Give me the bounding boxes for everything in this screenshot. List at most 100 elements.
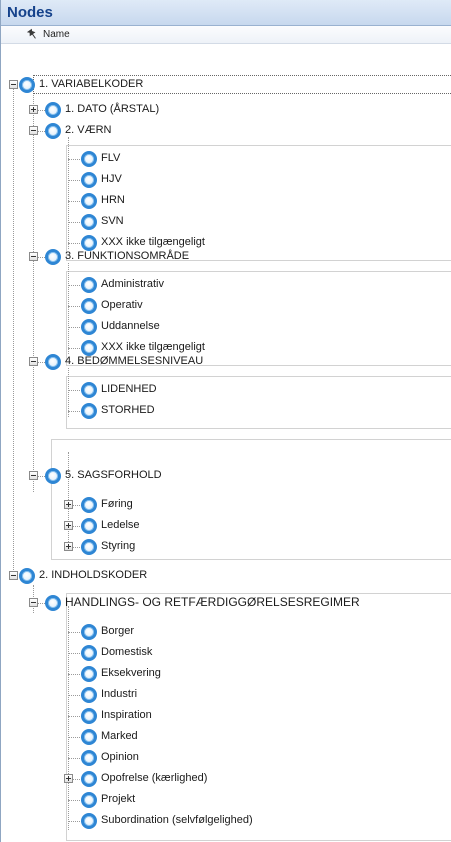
tree-connector — [68, 411, 82, 412]
node-circle-icon — [81, 214, 97, 230]
node-circle-icon — [19, 77, 35, 93]
tree-node-sagsforhold[interactable]: 5. SAGSFORHOLD — [1, 465, 421, 487]
column-header-name[interactable]: Name — [43, 29, 70, 40]
node-label: Subordination (selvfølgelighed) — [101, 814, 253, 826]
node-circle-icon — [81, 403, 97, 419]
node-label: 3. FUNKTIONSOMRÅDE — [65, 250, 190, 262]
tree-connector — [68, 348, 82, 349]
node-circle-icon — [81, 382, 97, 398]
tree-connector — [68, 716, 82, 717]
node-circle-icon — [81, 750, 97, 766]
node-label: 1. VARIABELKODER — [39, 78, 144, 90]
tree-leaf[interactable]: STORHED — [1, 400, 421, 422]
node-label: SVN — [101, 215, 124, 227]
node-label: Opofrelse (kærlighed) — [101, 772, 208, 784]
node-circle-icon — [81, 666, 97, 682]
tree-leaf[interactable]: Marked — [1, 726, 421, 748]
tree-leaf[interactable]: SVN — [1, 211, 421, 233]
tree-leaf[interactable]: Opinion — [1, 747, 421, 769]
tree-node-dato[interactable]: 1. DATO (ÅRSTAL) — [1, 99, 421, 121]
expand-toggle-icon[interactable] — [64, 521, 73, 530]
node-label: Administrativ — [101, 278, 164, 290]
node-circle-icon — [81, 298, 97, 314]
tree-leaf[interactable]: Subordination (selvfølgelighed) — [1, 810, 421, 832]
tree-node-funktionsomraade[interactable]: 3. FUNKTIONSOMRÅDE — [1, 246, 421, 268]
node-label: 2. VÆRN — [65, 124, 112, 136]
tree-connector — [68, 737, 82, 738]
tree-connector — [68, 390, 82, 391]
node-circle-icon — [81, 518, 97, 534]
pin-icon[interactable] — [27, 28, 39, 40]
tree-connector — [68, 306, 82, 307]
tree-leaf[interactable]: HJV — [1, 169, 421, 191]
tree-leaf[interactable]: Uddannelse — [1, 316, 421, 338]
node-label: Industri — [101, 688, 138, 700]
node-label: LIDENHED — [101, 383, 157, 395]
tree-connector — [68, 821, 82, 822]
node-circle-icon — [19, 568, 35, 584]
node-circle-icon — [81, 319, 97, 335]
collapse-toggle-icon[interactable] — [9, 80, 18, 89]
tree-node-foering[interactable]: Føring — [1, 494, 421, 516]
tree-connector — [68, 632, 82, 633]
node-circle-icon — [45, 468, 61, 484]
node-label: 5. SAGSFORHOLD — [65, 469, 162, 481]
tree-connector — [68, 285, 82, 286]
tree-node-opofrelse[interactable]: Opofrelse (kærlighed) — [1, 768, 421, 790]
node-circle-icon — [81, 645, 97, 661]
tree-node-vaern[interactable]: 2. VÆRN — [1, 120, 421, 142]
node-circle-icon — [45, 249, 61, 265]
collapse-toggle-icon[interactable] — [29, 598, 38, 607]
expand-toggle-icon[interactable] — [64, 542, 73, 551]
tree-connector — [68, 201, 82, 202]
tree-node-handlings[interactable]: HANDLINGS- OG RETFÆRDIGGØRELSESREGIMER — [1, 592, 421, 614]
nodes-panel: Nodes Name 1. VARIABELKODER 1. DATO (ÅRS… — [0, 0, 451, 842]
expand-toggle-icon[interactable] — [64, 774, 73, 783]
collapse-toggle-icon[interactable] — [29, 252, 38, 261]
collapse-toggle-icon[interactable] — [29, 471, 38, 480]
collapse-toggle-icon[interactable] — [9, 571, 18, 580]
tree-node-variabelkoder[interactable]: 1. VARIABELKODER — [1, 74, 421, 96]
tree-leaf[interactable]: HRN — [1, 190, 421, 212]
tree-leaf[interactable]: Industri — [1, 684, 421, 706]
expand-toggle-icon[interactable] — [64, 500, 73, 509]
tree-leaf[interactable]: LIDENHED — [1, 379, 421, 401]
tree-leaf[interactable]: FLV — [1, 148, 421, 170]
node-label: HRN — [101, 194, 125, 206]
node-circle-icon — [45, 595, 61, 611]
node-label: Borger — [101, 625, 135, 637]
node-circle-icon — [81, 771, 97, 787]
node-circle-icon — [45, 102, 61, 118]
node-label: Uddannelse — [101, 320, 160, 332]
collapse-toggle-icon[interactable] — [29, 357, 38, 366]
node-label: Operativ — [101, 299, 143, 311]
tree-leaf[interactable]: Projekt — [1, 789, 421, 811]
tree-leaf[interactable]: Borger — [1, 621, 421, 643]
node-circle-icon — [81, 172, 97, 188]
node-circle-icon — [81, 151, 97, 167]
tree-leaf[interactable]: Administrativ — [1, 274, 421, 296]
node-circle-icon — [81, 539, 97, 555]
node-circle-icon — [81, 813, 97, 829]
tree-node-ledelse[interactable]: Ledelse — [1, 515, 421, 537]
expand-toggle-icon[interactable] — [29, 105, 38, 114]
node-label: Marked — [101, 730, 138, 742]
tree-connector — [68, 222, 82, 223]
tree-leaf[interactable]: Eksekvering — [1, 663, 421, 685]
tree-connector — [68, 159, 82, 160]
tree-connector — [68, 243, 82, 244]
collapse-toggle-icon[interactable] — [29, 126, 38, 135]
node-circle-icon — [81, 497, 97, 513]
panel-titlebar: Nodes — [1, 0, 451, 26]
tree-node-indholdskoder[interactable]: 2. INDHOLDSKODER — [1, 565, 421, 587]
tree-node-bedommelsesniveau[interactable]: 4. BEDØMMELSESNIVEAU — [1, 351, 421, 373]
node-label: Ledelse — [101, 519, 140, 531]
column-header[interactable]: Name — [1, 26, 451, 44]
node-circle-icon — [81, 729, 97, 745]
node-tree: 1. VARIABELKODER 1. DATO (ÅRSTAL) 2. VÆR… — [1, 44, 451, 842]
tree-connector — [68, 327, 82, 328]
tree-leaf[interactable]: Domestisk — [1, 642, 421, 664]
tree-leaf[interactable]: Inspiration — [1, 705, 421, 727]
tree-leaf[interactable]: Operativ — [1, 295, 421, 317]
tree-node-styring[interactable]: Styring — [1, 536, 421, 558]
